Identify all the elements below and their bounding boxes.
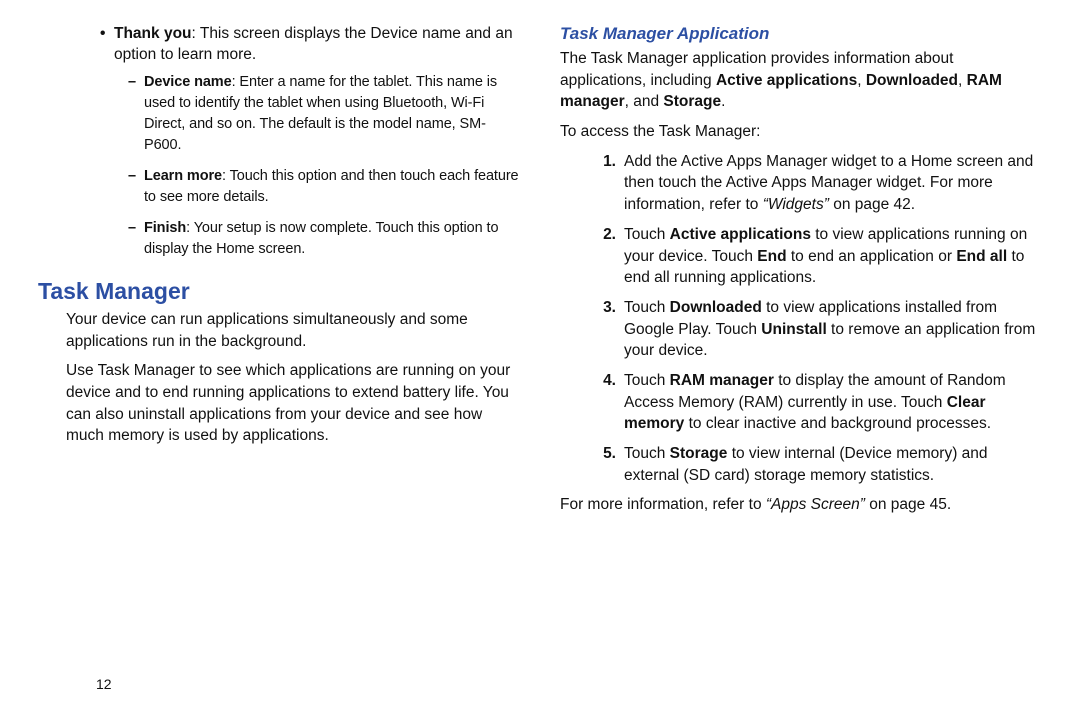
step-5: 5. Touch Storage to view internal (Devic… <box>590 443 1042 486</box>
thank-you-label: Thank you <box>114 25 192 42</box>
step-3: 3. Touch Downloaded to view applications… <box>590 297 1042 362</box>
manual-page: • Thank you: This screen displays the De… <box>0 0 1080 720</box>
widgets-ref: “Widgets” <box>763 196 829 213</box>
finish-label: Finish <box>144 220 186 236</box>
learn-more-label: Learn more <box>144 168 222 184</box>
step-number: 4. <box>590 370 624 435</box>
step-2: 2. Touch Active applications to view app… <box>590 224 1042 289</box>
dash-list: – Device name: Enter a name for the tabl… <box>128 72 520 260</box>
dash-device-name: – Device name: Enter a name for the tabl… <box>128 72 520 156</box>
numbered-steps: 1. Add the Active Apps Manager widget to… <box>590 151 1042 487</box>
tm-app-intro: The Task Manager application provides in… <box>560 48 1042 113</box>
dash-icon: – <box>128 72 144 156</box>
dash-icon: – <box>128 166 144 208</box>
dash-icon: – <box>128 218 144 260</box>
step-1: 1. Add the Active Apps Manager widget to… <box>590 151 1042 216</box>
task-manager-app-heading: Task Manager Application <box>560 24 1042 44</box>
tm-paragraph-1: Your device can run applications simulta… <box>66 309 520 352</box>
bullet-thank-you: • Thank you: This screen displays the De… <box>100 24 520 66</box>
apps-screen-ref: “Apps Screen” <box>766 496 865 513</box>
tm-paragraph-2: Use Task Manager to see which applicatio… <box>66 360 520 447</box>
left-column: • Thank you: This screen displays the De… <box>38 24 540 700</box>
bullet-dot-icon: • <box>100 24 114 66</box>
finish-text: : Your setup is now complete. Touch this… <box>144 220 498 257</box>
task-manager-heading: Task Manager <box>38 278 520 305</box>
dash-finish: – Finish: Your setup is now complete. To… <box>128 218 520 260</box>
bullet-text: Thank you: This screen displays the Devi… <box>114 24 520 66</box>
step-number: 1. <box>590 151 624 216</box>
tm-access-line: To access the Task Manager: <box>560 121 1042 143</box>
tm-outro: For more information, refer to “Apps Scr… <box>560 494 1042 516</box>
step-number: 2. <box>590 224 624 289</box>
page-number: 12 <box>96 676 112 692</box>
step-4: 4. Touch RAM manager to display the amou… <box>590 370 1042 435</box>
step-number: 3. <box>590 297 624 362</box>
right-column: Task Manager Application The Task Manage… <box>540 24 1042 700</box>
device-name-label: Device name <box>144 74 232 90</box>
dash-learn-more: – Learn more: Touch this option and then… <box>128 166 520 208</box>
step-number: 5. <box>590 443 624 486</box>
